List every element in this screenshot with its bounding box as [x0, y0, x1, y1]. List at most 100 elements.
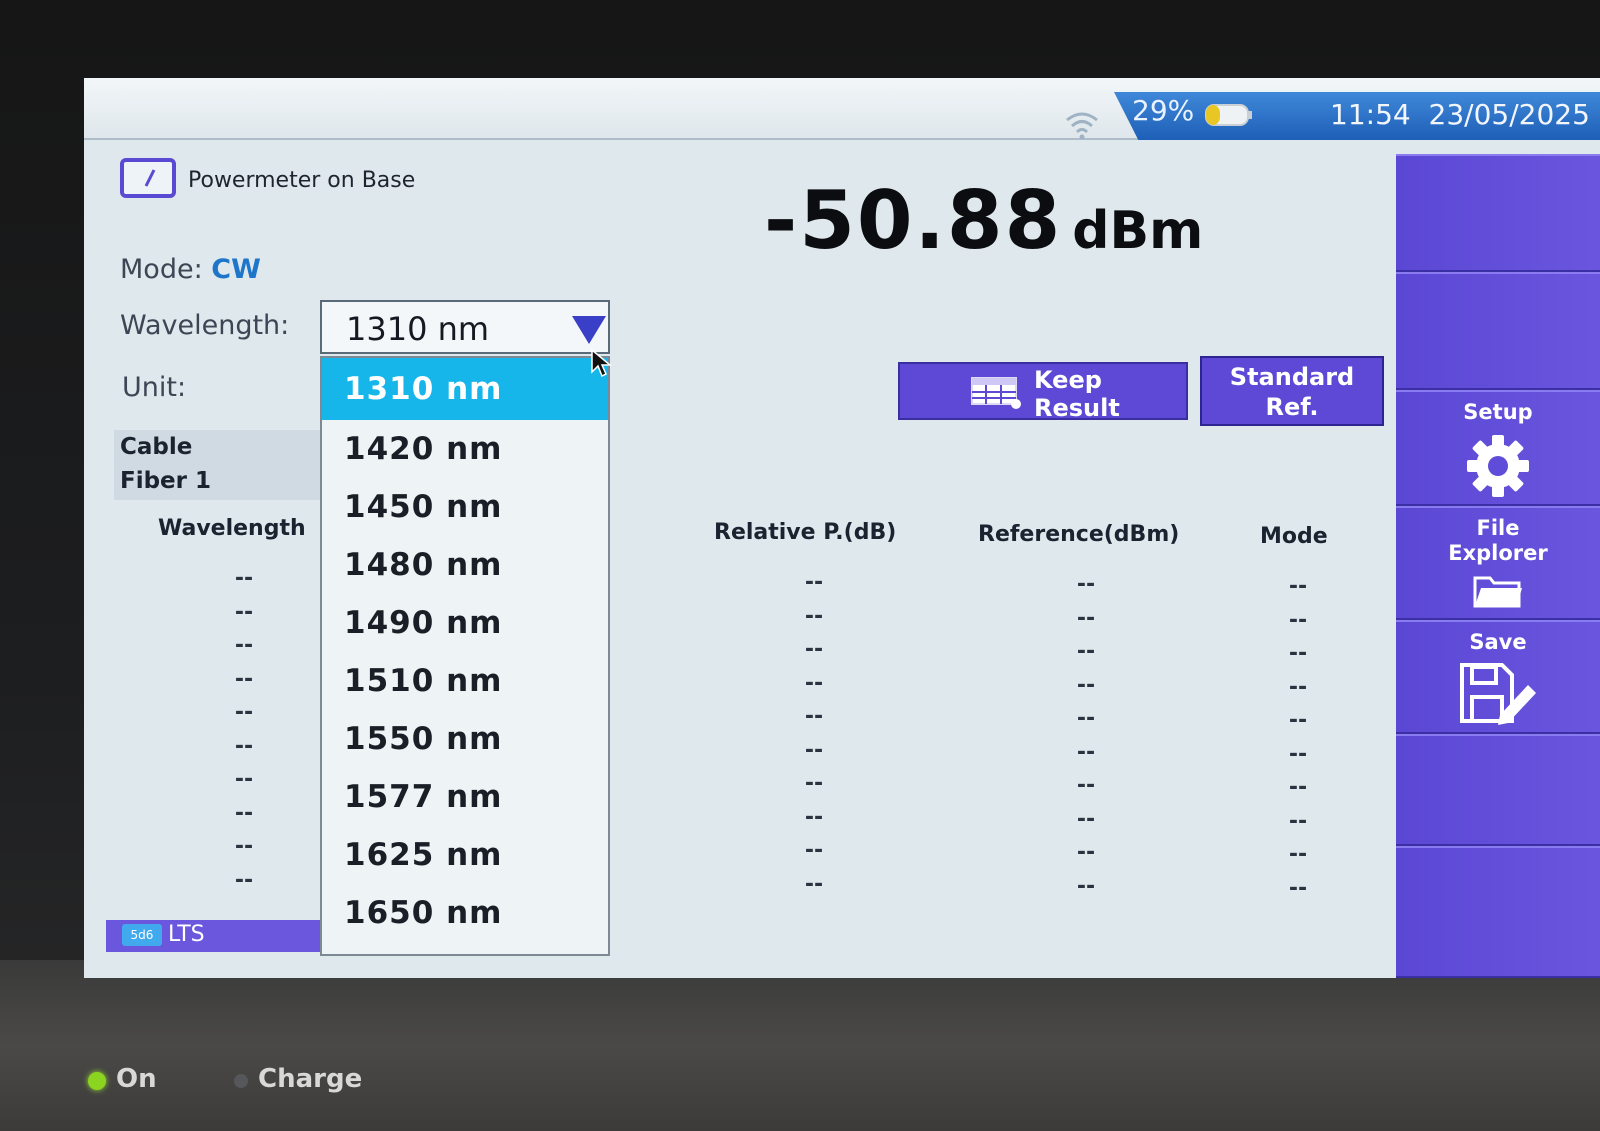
gear-icon	[1467, 435, 1529, 497]
dropdown-option[interactable]: 1625 nm	[322, 826, 608, 884]
fiber-label: Fiber 1	[120, 468, 212, 494]
table-icon	[971, 377, 1021, 409]
sidebar-slot-1[interactable]	[1396, 154, 1600, 272]
sidebar-slot-2[interactable]	[1396, 272, 1600, 390]
lts-status-bar[interactable]: 5d6 LTS	[106, 920, 320, 952]
cable-label: Cable	[120, 434, 193, 460]
table-cell: --	[804, 804, 824, 830]
table-cell: --	[804, 670, 824, 696]
dropdown-option[interactable]: 1650 nm	[322, 884, 608, 942]
dropdown-option[interactable]: 1480 nm	[322, 536, 608, 594]
column-reference: -- -- -- -- -- -- -- -- -- --	[1056, 568, 1116, 903]
table-cell: --	[234, 834, 254, 859]
column-wavelength: -- -- -- -- -- -- -- -- -- --	[214, 562, 274, 897]
save-icon	[1460, 663, 1536, 725]
setup-label: Setup	[1463, 400, 1533, 424]
table-cell: --	[1288, 808, 1308, 834]
wavelength-select[interactable]: 1310 nm	[320, 300, 610, 354]
table-cell: --	[234, 599, 254, 625]
file-explorer-line2: Explorer	[1448, 541, 1548, 565]
app-title: Powermeter on Base	[188, 168, 416, 193]
wavelength-label: Wavelength:	[120, 310, 290, 341]
battery-icon	[1205, 104, 1252, 126]
keep-result-line2: Result	[1034, 394, 1120, 422]
save-button[interactable]: Save	[1396, 620, 1600, 734]
date: 23/05/2025	[1428, 98, 1590, 131]
dropdown-option[interactable]: 1420 nm	[322, 420, 608, 478]
dropdown-option[interactable]: 1510 nm	[322, 652, 608, 710]
table-cell: --	[1076, 840, 1096, 865]
standard-ref-button[interactable]: Standard Ref.	[1200, 356, 1384, 426]
dropdown-option[interactable]: 1577 nm	[322, 768, 608, 826]
cursor-icon	[591, 348, 612, 378]
table-cell: --	[234, 733, 254, 759]
standard-ref-line1: Standard	[1229, 363, 1355, 391]
table-cell: --	[1288, 741, 1308, 767]
power-reading: -50.88 dBm	[764, 174, 1203, 267]
setup-button[interactable]: Setup	[1396, 390, 1600, 506]
table-cell: --	[234, 666, 254, 692]
dropdown-option[interactable]: 1490 nm	[322, 594, 608, 652]
mode-setting: Mode: CW	[120, 254, 261, 285]
table-cell: --	[234, 566, 254, 591]
dropdown-option[interactable]: 1550 nm	[322, 710, 608, 768]
device-screen: 29% 11:54 23/05/2025 Powermeter on Base …	[84, 78, 1600, 978]
charge-led-label: Charge	[258, 1064, 363, 1094]
clock: 11:54 23/05/2025	[1330, 98, 1590, 131]
file-explorer-button[interactable]: File Explorer	[1396, 506, 1600, 620]
on-led-label: On	[116, 1064, 157, 1094]
table-cell: --	[1288, 775, 1308, 800]
table-cell: --	[1076, 739, 1096, 765]
sidebar-slot-6[interactable]	[1396, 734, 1600, 846]
table-cell: --	[804, 637, 824, 662]
unit-label: Unit:	[122, 372, 187, 403]
table-cell: --	[1288, 875, 1308, 901]
save-label: Save	[1469, 630, 1527, 654]
reading-unit: dBm	[1072, 201, 1204, 261]
reading-value: -50.88	[764, 174, 1063, 267]
table-cell: --	[1076, 773, 1096, 798]
device-bezel	[0, 960, 1600, 1131]
table-cell: --	[234, 800, 254, 826]
table-cell: --	[804, 871, 824, 897]
chevron-down-icon[interactable]	[572, 316, 606, 344]
table-cell: --	[804, 737, 824, 763]
standard-ref-line2: Ref.	[1265, 393, 1319, 421]
table-cell: --	[1288, 574, 1308, 599]
lts-label: LTS	[168, 922, 205, 947]
powermeter-icon	[120, 158, 176, 198]
header-mode: Mode	[1260, 524, 1328, 549]
table-cell: --	[1288, 641, 1308, 666]
table-cell: --	[1076, 639, 1096, 664]
lts-badge-icon: 5d6	[122, 924, 162, 946]
mode-value[interactable]: CW	[211, 254, 261, 285]
keep-result-button[interactable]: Keep Result	[898, 362, 1188, 422]
keep-result-line1: Keep	[1034, 366, 1102, 394]
dropdown-option[interactable]: 1450 nm	[322, 478, 608, 536]
table-cell: --	[1076, 672, 1096, 698]
header-wavelength: Wavelength	[158, 516, 306, 541]
table-cell: --	[1288, 842, 1308, 867]
table-cell: --	[234, 767, 254, 792]
header-reference: Reference(dBm)	[978, 522, 1180, 547]
header-relative-power: Relative P.(dB)	[714, 520, 897, 545]
table-cell: --	[1076, 806, 1096, 832]
status-bar: 29% 11:54 23/05/2025	[84, 78, 1600, 140]
file-explorer-line1: File	[1476, 516, 1520, 540]
mode-label: Mode:	[120, 254, 203, 285]
wavelength-selected-value: 1310 nm	[346, 310, 490, 348]
table-cell: --	[234, 867, 254, 893]
table-cell: --	[804, 603, 824, 629]
dropdown-option[interactable]: 1310 nm	[322, 358, 608, 420]
file-explorer-label: File Explorer	[1396, 516, 1600, 566]
table-cell: --	[1288, 708, 1308, 733]
column-relative-power: -- -- -- -- -- -- -- -- -- --	[784, 566, 844, 901]
table-cell: --	[804, 771, 824, 796]
table-cell: --	[234, 700, 254, 725]
table-cell: --	[234, 633, 254, 658]
wifi-icon	[1066, 112, 1098, 140]
sidebar-slot-7[interactable]	[1396, 846, 1600, 978]
table-cell: --	[1076, 873, 1096, 899]
wavelength-dropdown-list[interactable]: 1310 nm 1420 nm 1450 nm 1480 nm 1490 nm …	[320, 356, 610, 956]
folder-icon	[1473, 576, 1522, 608]
